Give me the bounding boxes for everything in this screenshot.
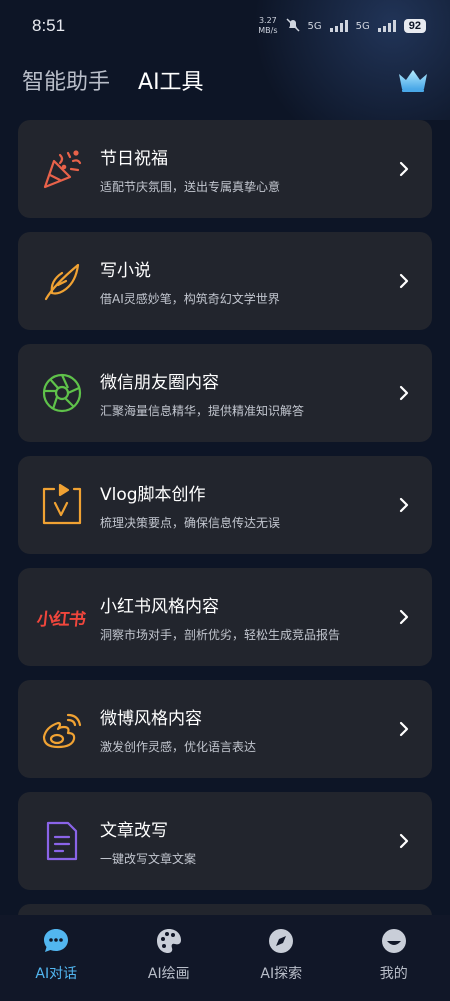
tab-ai-painting[interactable]: AI绘画 (119, 927, 219, 983)
card-title: 小红书风格内容 (100, 596, 219, 617)
tool-card-weibo[interactable]: 微博风格内容 激发创作灵感，优化语言表达 (18, 680, 432, 778)
tool-card-write-novel[interactable]: 写小说 借AI灵感妙笔，构筑奇幻文学世界 (18, 232, 432, 330)
vlog-icon (40, 483, 84, 527)
chevron-right-icon (396, 719, 412, 739)
card-title: 微信朋友圈内容 (100, 372, 219, 393)
chevron-right-icon (396, 159, 412, 179)
feather-icon (40, 259, 84, 303)
status-time: 8:51 (32, 16, 66, 35)
mute-icon (285, 17, 300, 35)
tab-label: AI绘画 (147, 966, 190, 982)
xiaohongshu-logo: 小红书 (30, 595, 92, 639)
chevron-right-icon (396, 831, 412, 851)
network-speed: 3.27 MB/s (258, 16, 277, 36)
card-description: 借AI灵感妙笔，构筑奇幻文学世界 (100, 291, 280, 306)
card-description: 梳理决策要点，确保信息传达无误 (100, 515, 281, 530)
signal-2-label: 5G (355, 20, 370, 32)
compass-icon (267, 927, 295, 955)
tool-card-xiaohongshu[interactable]: 小红书 小红书风格内容 洞察市场对手，剖析优劣，轻松生成竞品报告 (18, 568, 432, 666)
battery-indicator: 92 (403, 19, 426, 33)
top-tabs: 智能助手 AI工具 (22, 58, 430, 102)
card-title: 写小说 (100, 260, 151, 281)
chevron-right-icon (396, 383, 412, 403)
tab-label: AI探索 (260, 966, 303, 982)
bottom-tab-bar: AI对话 AI绘画 AI探索 我的 (0, 915, 450, 1001)
smiley-icon (380, 927, 408, 955)
card-description: 一键改写文章文案 (100, 851, 197, 866)
chat-bubble-icon (42, 927, 70, 955)
tab-smart-assistant[interactable]: 智能助手 (22, 64, 110, 96)
chevron-right-icon (396, 271, 412, 291)
status-bar: 8:51 3.27 MB/s 5G 5G 92 (0, 0, 450, 52)
card-description: 激发创作灵感，优化语言表达 (100, 739, 257, 754)
signal-2-icon (377, 20, 396, 32)
chevron-right-icon (396, 607, 412, 627)
card-description: 洞察市场对手，剖析优劣，轻松生成竞品报告 (100, 627, 341, 642)
tab-ai-tools[interactable]: AI工具 (138, 64, 204, 96)
card-description: 适配节庆氛围，送出专属真挚心意 (100, 179, 281, 194)
weibo-icon (40, 707, 84, 751)
signal-1-icon (329, 20, 348, 32)
status-indicators: 3.27 MB/s 5G 5G 92 (258, 16, 426, 36)
tab-mine[interactable]: 我的 (344, 927, 444, 983)
card-title: Vlog脚本创作 (100, 484, 206, 505)
tab-label: AI对话 (35, 966, 78, 982)
card-title: 节日祝福 (100, 148, 168, 169)
tool-card-article-rewrite[interactable]: 文章改写 一键改写文章文案 (18, 792, 432, 890)
network-speed-unit: MB/s (258, 26, 278, 35)
signal-1-label: 5G (307, 20, 322, 32)
palette-icon (155, 927, 183, 955)
party-popper-icon (40, 147, 84, 191)
tool-card-wechat-moments[interactable]: 微信朋友圈内容 汇聚海量信息精华，提供精准知识解答 (18, 344, 432, 442)
card-title: 微博风格内容 (100, 708, 202, 729)
card-title: 文章改写 (100, 820, 168, 841)
tab-ai-chat[interactable]: AI对话 (6, 927, 106, 983)
crown-icon[interactable] (396, 65, 430, 95)
xiaohongshu-logo-text: 小红书 (35, 609, 86, 630)
shutter-icon (40, 371, 84, 415)
tool-card-festival-greeting[interactable]: 节日祝福 适配节庆氛围，送出专属真挚心意 (18, 120, 432, 218)
tool-card-vlog-script[interactable]: Vlog脚本创作 梳理决策要点，确保信息传达无误 (18, 456, 432, 554)
document-icon (40, 819, 84, 863)
tab-ai-explore[interactable]: AI探索 (231, 927, 331, 983)
tool-list: 节日祝福 适配节庆氛围，送出专属真挚心意 写小说 借AI灵感妙笔，构筑奇幻文学世… (18, 120, 432, 944)
chevron-right-icon (396, 495, 412, 515)
network-speed-value: 3.27 (258, 16, 277, 25)
card-description: 汇聚海量信息精华，提供精准知识解答 (100, 403, 305, 418)
tab-label: 我的 (379, 966, 408, 982)
